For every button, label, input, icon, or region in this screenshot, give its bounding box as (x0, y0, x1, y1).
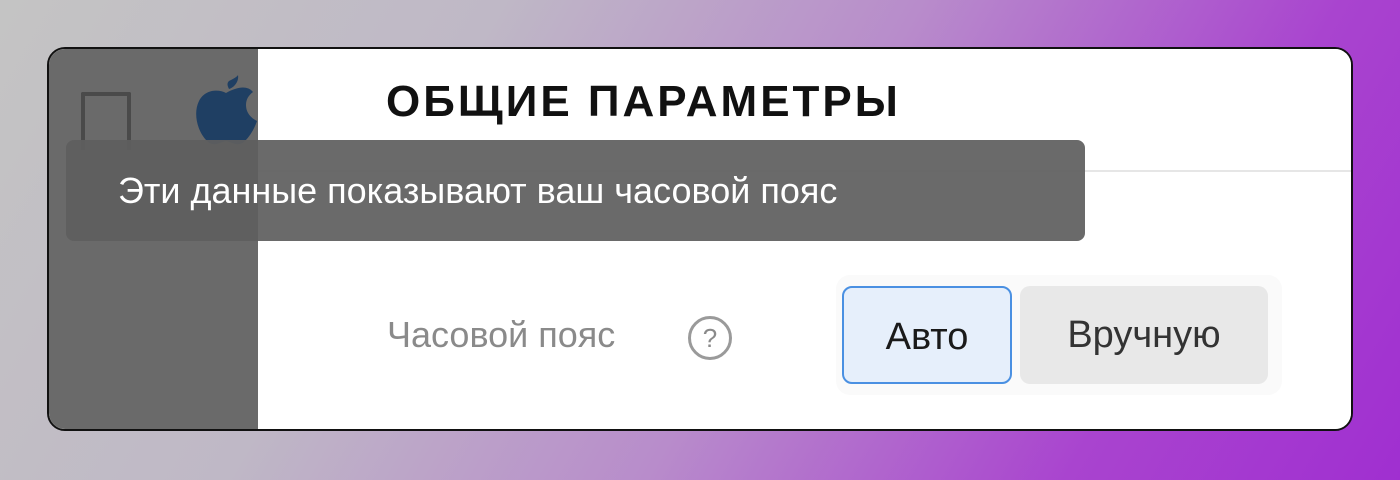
auto-option-button[interactable]: Авто (842, 286, 1012, 384)
page-title: ОБЩИЕ ПАРАМЕТРЫ (386, 77, 901, 126)
manual-option-button[interactable]: Вручную (1020, 286, 1268, 384)
timezone-label: Часовой пояс (387, 314, 616, 355)
timezone-mode-segmented-control: Авто Вручную (836, 275, 1282, 395)
apple-logo-icon (196, 75, 257, 145)
timezone-tooltip: Эти данные показывают ваш часовой пояс (66, 140, 1085, 241)
help-icon[interactable]: ? (688, 316, 732, 360)
